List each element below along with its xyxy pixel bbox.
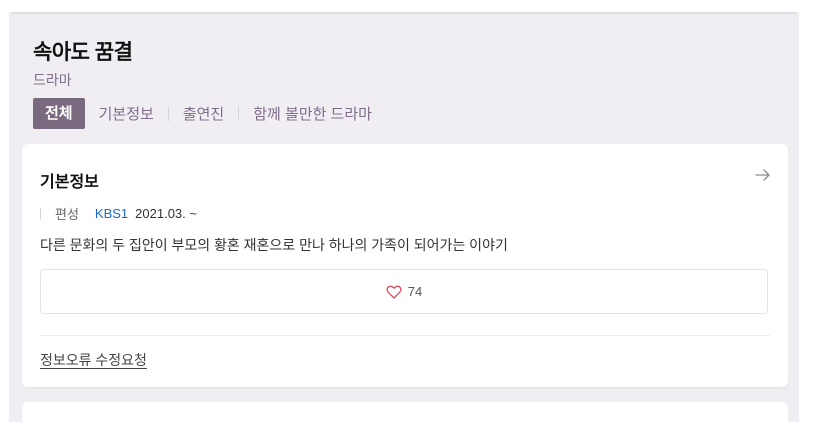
broadcast-meta: 편성 KBS1 2021.03. ~ xyxy=(40,204,197,223)
heart-outline-icon xyxy=(386,285,402,299)
drama-panel: 속아도 꿈결 드라마 전체 기본정보 출연진 함께 볼만한 드라마 기본정보 편… xyxy=(9,12,799,432)
tab-recommended-dramas[interactable]: 함께 볼만한 드라마 xyxy=(253,103,372,124)
tab-basic-info[interactable]: 기본정보 xyxy=(99,103,154,124)
meta-bar xyxy=(40,207,41,220)
network-link[interactable]: KBS1 xyxy=(95,206,128,221)
tab-divider xyxy=(167,106,169,121)
arrow-right-icon[interactable] xyxy=(754,166,772,184)
air-date: 2021.03. ~ xyxy=(135,206,197,221)
basic-info-card: 기본정보 편성 KBS1 2021.03. ~ 다른 문화의 두 집안이 부모의… xyxy=(22,144,788,387)
tab-cast[interactable]: 출연진 xyxy=(183,103,224,124)
divider xyxy=(40,335,770,336)
next-card xyxy=(22,402,788,432)
tab-divider xyxy=(238,106,240,121)
schedule-label: 편성 xyxy=(55,207,79,222)
like-count: 74 xyxy=(407,284,423,299)
drama-genre: 드라마 xyxy=(33,72,72,88)
like-button[interactable]: 74 xyxy=(40,269,768,314)
report-error-link[interactable]: 정보오류 수정요청 xyxy=(40,350,147,370)
tab-bar: 전체 기본정보 출연진 함께 볼만한 드라마 xyxy=(33,98,372,129)
card-heading[interactable]: 기본정보 xyxy=(40,168,99,192)
synopsis: 다른 문화의 두 집안이 부모의 황혼 재혼으로 만나 하나의 가족이 되어가는… xyxy=(40,237,508,253)
drama-title: 속아도 꿈결 xyxy=(33,41,133,64)
tab-all[interactable]: 전체 xyxy=(33,98,85,129)
